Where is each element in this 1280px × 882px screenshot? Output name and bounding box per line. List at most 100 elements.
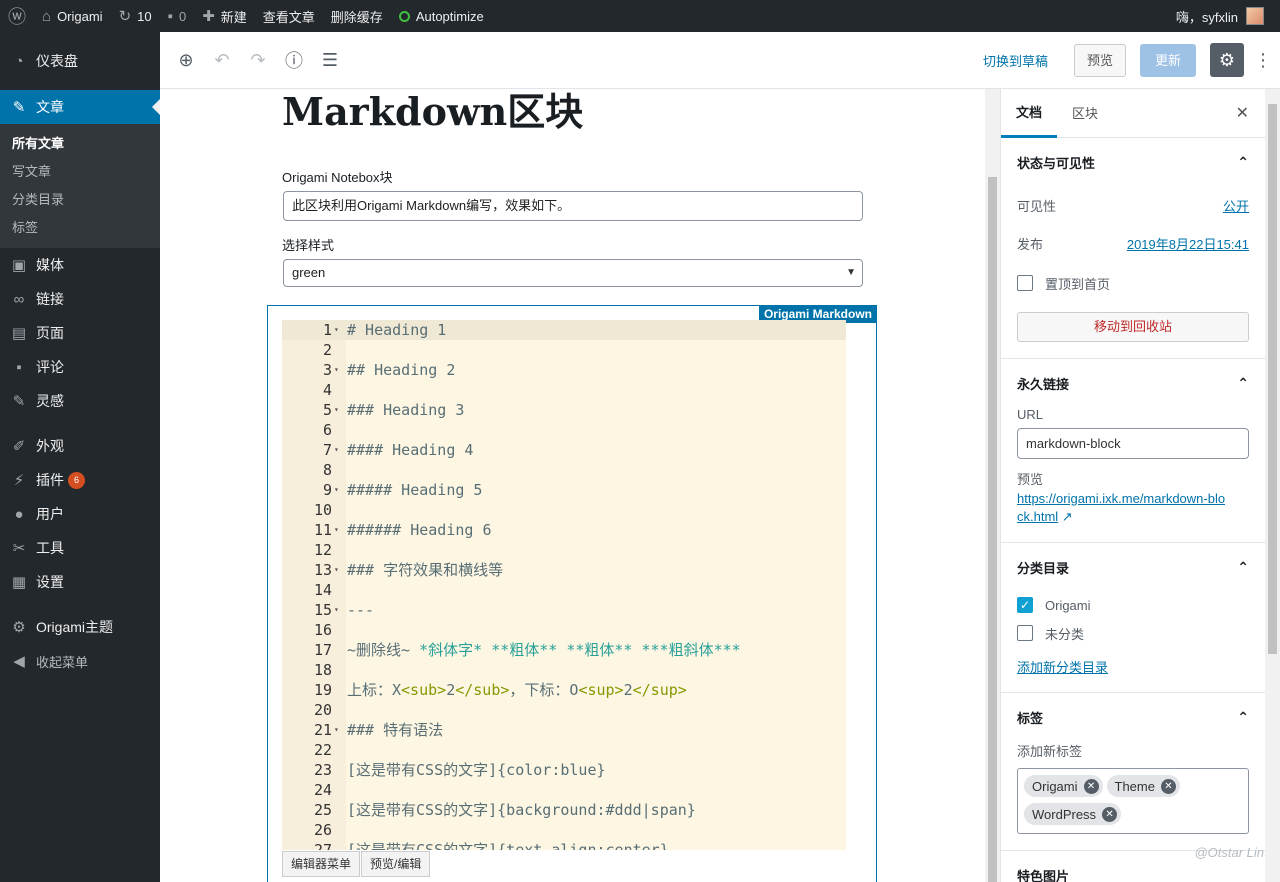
notebox-input[interactable]: 此区块利用Origami Markdown编写，效果如下。 bbox=[283, 191, 863, 221]
code-editor[interactable]: 1 ▾ # Heading 1 2 3 ▾ ## Heading 2 4 5 ▾ ### Headi… bbox=[282, 320, 846, 850]
submenu-new-post[interactable]: 写文章 bbox=[0, 158, 160, 186]
tags-section: 标签 ⌃ 添加新标签 Origami ✕ Theme ✕ WordPress ✕ bbox=[1001, 693, 1265, 851]
settings-icon: ▦ bbox=[11, 574, 27, 591]
sidebar-item-plugins[interactable]: ⚡ 插件 6 bbox=[0, 463, 160, 497]
canvas-scrollbar[interactable] bbox=[985, 89, 1000, 882]
info-icon[interactable]: ⓘ bbox=[276, 47, 312, 73]
sidebar-item-users[interactable]: ● 用户 bbox=[0, 497, 160, 531]
new-link[interactable]: ✚ 新建 bbox=[194, 0, 255, 32]
tab-block[interactable]: 区块 bbox=[1057, 89, 1113, 138]
sidebar-item-posts[interactable]: ✎ 文章 bbox=[0, 90, 160, 124]
tab-document[interactable]: 文档 bbox=[1001, 89, 1058, 138]
plugin-update-badge: 6 bbox=[68, 471, 85, 489]
status-visibility-section: 状态与可见性 ⌃ 可见性 公开 发布 2019年8月22日15:41 置顶到首页 移动… bbox=[1001, 138, 1265, 359]
panel-scroll-thumb[interactable] bbox=[1268, 104, 1277, 654]
fold-arrow-icon[interactable]: ▾ bbox=[334, 720, 339, 740]
site-name-link[interactable]: ⌂ Origami bbox=[34, 0, 111, 32]
brush-icon: ✐ bbox=[12, 438, 26, 455]
fold-arrow-icon[interactable]: ▾ bbox=[334, 520, 339, 540]
fold-arrow-icon[interactable]: ▾ bbox=[334, 400, 339, 420]
checkbox-checked-icon[interactable]: ✓ bbox=[1017, 597, 1033, 613]
canvas-scroll-thumb[interactable] bbox=[988, 177, 997, 882]
preview-button[interactable]: 预览 bbox=[1073, 43, 1126, 77]
sidebar-item-collapse[interactable]: ◀ 收起菜单 bbox=[0, 644, 160, 678]
style-select[interactable]: green ▼ bbox=[283, 259, 863, 287]
sidebar-item-dashboard[interactable]: ◔ 仪表盘 bbox=[0, 32, 160, 90]
close-icon[interactable]: ✕ bbox=[1236, 103, 1249, 123]
line-number: 9 bbox=[322, 481, 332, 499]
sidebar-item-appearance[interactable]: ✐ 外观 bbox=[0, 429, 160, 463]
publish-date-link[interactable]: 2019年8月22日15:41 bbox=[1127, 234, 1249, 253]
updates-link[interactable]: ↻ 10 bbox=[111, 0, 160, 32]
submenu-all-posts[interactable]: 所有文章 bbox=[0, 130, 160, 158]
switch-to-draft-button[interactable]: 切换到草稿 bbox=[983, 51, 1048, 70]
sidebar-item-tools[interactable]: ✂ 工具 bbox=[0, 531, 160, 565]
line-number: 22 bbox=[313, 741, 332, 759]
preview-label: 预览 bbox=[1017, 472, 1044, 487]
sticky-checkbox-row[interactable]: 置顶到首页 bbox=[1017, 262, 1249, 304]
sidebar-item-media[interactable]: ▣ 媒体 bbox=[0, 248, 160, 282]
fold-arrow-icon[interactable]: ▾ bbox=[334, 440, 339, 460]
fold-arrow-icon[interactable]: ▾ bbox=[334, 480, 339, 500]
remove-tag-icon[interactable]: ✕ bbox=[1102, 806, 1118, 822]
sidebar-item-inspiration[interactable]: ✎ 灵感 bbox=[0, 384, 160, 418]
markdown-block[interactable]: Origami Markdown 1 ▾ # Heading 1 2 3 ▾ ## Head… bbox=[267, 305, 877, 882]
sidebar-item-settings[interactable]: ▦ 设置 bbox=[0, 565, 160, 599]
comment-icon: ▪ bbox=[16, 358, 22, 376]
submenu-tags[interactable]: 标签 bbox=[0, 214, 160, 242]
undo-icon[interactable]: ↶ bbox=[204, 50, 240, 71]
settings-gear-button[interactable]: ⚙ bbox=[1210, 43, 1244, 77]
move-to-trash-button[interactable]: 移动到回收站 bbox=[1017, 312, 1249, 342]
sidebar-item-links[interactable]: ∞ 链接 bbox=[0, 282, 160, 316]
user-menu[interactable]: 嗨，syfxlin bbox=[1168, 0, 1272, 32]
outline-icon[interactable]: ☰ bbox=[312, 50, 348, 71]
panel-scrollbar[interactable] bbox=[1265, 89, 1280, 882]
line-number: 8 bbox=[322, 461, 332, 479]
url-slug-input[interactable]: markdown-block bbox=[1017, 428, 1249, 459]
add-block-icon[interactable]: ⊕ bbox=[168, 50, 204, 71]
line-number: 2 bbox=[322, 341, 332, 359]
category-origami-row[interactable]: ✓ Origami bbox=[1017, 591, 1249, 619]
fold-arrow-icon[interactable]: ▾ bbox=[334, 560, 339, 580]
sidebar-item-comments[interactable]: ▪ 评论 bbox=[0, 350, 160, 384]
visibility-link[interactable]: 公开 bbox=[1223, 196, 1249, 215]
clear-cache-link[interactable]: 删除缓存 bbox=[323, 0, 391, 32]
code-text: [这是带有CSS的文字]{color:blue} bbox=[347, 761, 606, 779]
add-category-link[interactable]: 添加新分类目录 bbox=[1017, 660, 1108, 675]
permalink-section-header[interactable]: 永久链接 ⌃ bbox=[1017, 359, 1249, 407]
preview-edit-toggle-button[interactable]: 预览/编辑 bbox=[361, 851, 431, 877]
editor-menu-button[interactable]: 编辑器菜单 bbox=[282, 851, 361, 877]
sidebar-item-origami-theme[interactable]: ⚙ Origami主题 bbox=[0, 610, 160, 644]
redo-icon[interactable]: ↷ bbox=[240, 50, 276, 71]
autoptimize-link[interactable]: Autoptimize bbox=[391, 0, 492, 32]
status-section-header[interactable]: 状态与可见性 ⌃ bbox=[1017, 138, 1249, 186]
remove-tag-icon[interactable]: ✕ bbox=[1160, 778, 1176, 794]
sidebar-item-pages[interactable]: ▤ 页面 bbox=[0, 316, 160, 350]
admin-bar: ⓦ ⌂ Origami ↻ 10 ▪ 0 ✚ 新建 查看文章 删除缓存 Autoptim… bbox=[0, 0, 1280, 32]
status-dot-icon bbox=[398, 10, 410, 22]
fold-arrow-icon[interactable]: ▾ bbox=[334, 320, 339, 340]
line-number: 12 bbox=[313, 541, 332, 559]
fold-arrow-icon[interactable]: ▾ bbox=[334, 360, 339, 380]
update-button[interactable]: 更新 bbox=[1139, 43, 1196, 77]
more-menu-icon[interactable]: ⋮ bbox=[1254, 50, 1272, 71]
line-number: 18 bbox=[313, 661, 332, 679]
category-uncategorized-checkbox[interactable] bbox=[1017, 625, 1033, 641]
wordpress-logo[interactable]: ⓦ bbox=[0, 0, 34, 32]
categories-section-header[interactable]: 分类目录 ⌃ bbox=[1017, 543, 1249, 591]
view-post-link[interactable]: 查看文章 bbox=[255, 0, 323, 32]
sticky-checkbox[interactable] bbox=[1017, 275, 1033, 291]
style-label: 选择样式 bbox=[282, 238, 335, 253]
post-title[interactable]: Markdown区块 bbox=[282, 89, 583, 136]
submenu-categories[interactable]: 分类目录 bbox=[0, 186, 160, 214]
tags-input[interactable]: Origami ✕ Theme ✕ WordPress ✕ bbox=[1017, 768, 1249, 834]
remove-tag-icon[interactable]: ✕ bbox=[1083, 778, 1099, 794]
external-link-icon: ↗ bbox=[1061, 509, 1073, 524]
permalink-preview-link[interactable]: https://origami.ixk.me/markdown-block.ht… bbox=[1017, 491, 1225, 524]
comments-link[interactable]: ▪ 0 bbox=[160, 0, 195, 32]
plugin-icon: ⚡ bbox=[13, 472, 25, 489]
fold-arrow-icon[interactable]: ▾ bbox=[334, 600, 339, 620]
tags-section-header[interactable]: 标签 ⌃ bbox=[1017, 693, 1249, 741]
user-icon: ● bbox=[14, 505, 24, 523]
category-uncategorized-row[interactable]: 未分类 bbox=[1017, 619, 1249, 647]
